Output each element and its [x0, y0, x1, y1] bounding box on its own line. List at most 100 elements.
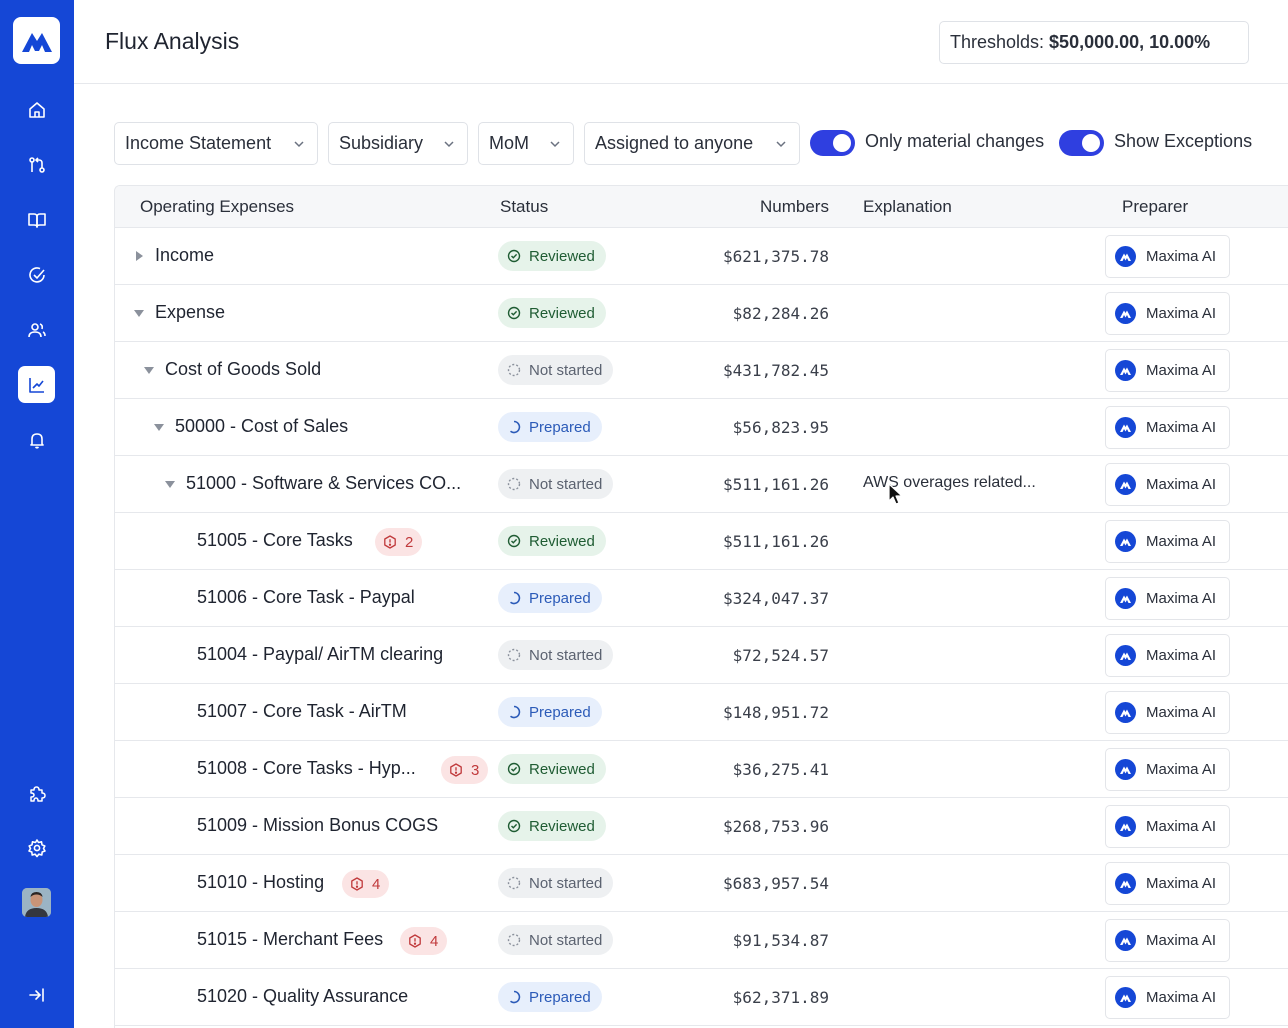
user-avatar[interactable]: [22, 888, 51, 917]
account-name[interactable]: 51004 - Paypal/ AirTM clearing: [197, 644, 443, 665]
status-badge[interactable]: Prepared: [498, 583, 602, 613]
git-compare-icon: [28, 156, 45, 173]
preparer-chip[interactable]: Maxima AI: [1105, 406, 1230, 449]
status-badge[interactable]: Reviewed: [498, 754, 606, 784]
table-row[interactable]: Cost of Goods Sold Not started $431,782.45…: [115, 342, 1288, 399]
account-name[interactable]: 51007 - Core Task - AirTM: [197, 701, 407, 722]
status-badge[interactable]: Not started: [498, 925, 614, 955]
account-name[interactable]: Cost of Goods Sold: [165, 359, 321, 380]
table-row[interactable]: 51015 - Merchant Fees 4 Not started $91,534…: [115, 912, 1288, 969]
preparer-chip[interactable]: Maxima AI: [1105, 805, 1230, 848]
amount-value: $683,957.54: [723, 874, 829, 893]
status-badge[interactable]: Reviewed: [498, 241, 606, 271]
status-badge[interactable]: Reviewed: [498, 526, 606, 556]
preparer-chip[interactable]: Maxima AI: [1105, 862, 1230, 905]
status-badge[interactable]: Prepared: [498, 697, 602, 727]
account-name[interactable]: 50000 - Cost of Sales: [175, 416, 348, 437]
subsidiary-dropdown-value: Subsidiary: [339, 133, 424, 153]
account-name[interactable]: Income: [155, 245, 214, 266]
bell-icon: [29, 432, 44, 449]
thresholds-box[interactable]: Thresholds: $50,000.00, 10.00%: [939, 21, 1249, 64]
table-row[interactable]: Income Reviewed $621,375.78 Maxima AI: [115, 228, 1288, 285]
status-badge[interactable]: Not started: [498, 640, 614, 670]
account-name[interactable]: 51010 - Hosting: [197, 872, 324, 893]
exception-badge[interactable]: 4: [342, 870, 390, 898]
preparer-chip[interactable]: Maxima AI: [1105, 577, 1230, 620]
preparer-avatar: [1115, 930, 1136, 951]
preparer-chip[interactable]: Maxima AI: [1105, 235, 1230, 278]
table-row[interactable]: 51009 - Mission Bonus COGS Reviewed $268,7…: [115, 798, 1288, 855]
app-logo[interactable]: [13, 17, 60, 64]
column-header-operating-expenses[interactable]: Operating Expenses: [140, 197, 294, 217]
preparer-chip[interactable]: Maxima AI: [1105, 748, 1230, 791]
nav-tasks[interactable]: [18, 256, 55, 293]
preparer-chip[interactable]: Maxima AI: [1105, 463, 1230, 506]
preparer-name: Maxima AI: [1146, 761, 1217, 778]
table-row[interactable]: 51010 - Hosting 4 Not started $683,957.54 Ma…: [115, 855, 1288, 912]
assignee-dropdown[interactable]: Assigned to anyone: [584, 122, 800, 165]
preparer-chip[interactable]: Maxima AI: [1105, 520, 1230, 563]
status-badge[interactable]: Prepared: [498, 412, 602, 442]
table-row[interactable]: 51004 - Paypal/ AirTM clearing Not starte…: [115, 627, 1288, 684]
page-title: Flux Analysis: [105, 28, 240, 54]
statement-dropdown[interactable]: Income Statement: [114, 122, 318, 165]
column-header-numbers[interactable]: Numbers: [760, 197, 829, 217]
status-badge[interactable]: Not started: [498, 355, 614, 385]
account-name[interactable]: 51005 - Core Tasks: [197, 530, 353, 551]
column-header-status[interactable]: Status: [500, 197, 548, 217]
account-name[interactable]: 51000 - Software & Services CO...: [186, 473, 461, 494]
nav-docs[interactable]: [18, 201, 55, 238]
preparer-chip[interactable]: Maxima AI: [1105, 976, 1230, 1019]
table-row[interactable]: 51000 - Software & Services CO... Not sta…: [115, 456, 1288, 513]
table-row[interactable]: 51005 - Core Tasks 2 Reviewed $511,161.26 Ma…: [115, 513, 1288, 570]
account-name[interactable]: 51015 - Merchant Fees: [197, 929, 383, 950]
caret-down-icon[interactable]: [133, 307, 145, 319]
account-name[interactable]: 51006 - Core Task - Paypal: [197, 587, 415, 608]
caret-down-icon[interactable]: [143, 364, 155, 376]
preparer-chip[interactable]: Maxima AI: [1105, 349, 1230, 392]
preparer-chip[interactable]: Maxima AI: [1105, 634, 1230, 677]
nav-settings[interactable]: [18, 829, 55, 866]
table-row[interactable]: 51006 - Core Task - Paypal Prepared $324,0…: [115, 570, 1288, 627]
exception-badge[interactable]: 3: [441, 756, 489, 784]
table-row[interactable]: Expense Reviewed $82,284.26 Maxima AI: [115, 285, 1288, 342]
status-label: Prepared: [529, 589, 591, 607]
nav-integrations[interactable]: [18, 775, 55, 812]
material-changes-toggle[interactable]: [810, 130, 855, 156]
preparer-chip[interactable]: Maxima AI: [1105, 919, 1230, 962]
caret-right-icon[interactable]: [133, 250, 145, 262]
account-name[interactable]: Expense: [155, 302, 225, 323]
nav-flux-analysis[interactable]: [18, 366, 55, 403]
column-header-explanation[interactable]: Explanation: [863, 197, 952, 217]
column-header-preparer[interactable]: Preparer: [1122, 197, 1188, 217]
status-badge[interactable]: Not started: [498, 469, 614, 499]
show-exceptions-toggle[interactable]: [1059, 130, 1104, 156]
table-row[interactable]: 51020 - Quality Assurance Prepared $62,371…: [115, 969, 1288, 1026]
account-name[interactable]: 51008 - Core Tasks - Hyp...: [197, 758, 416, 779]
status-badge[interactable]: Prepared: [498, 982, 602, 1012]
table-row[interactable]: 51008 - Core Tasks - Hyp... 3 Reviewed $36,…: [115, 741, 1288, 798]
caret-down-icon[interactable]: [153, 421, 165, 433]
account-name[interactable]: 51009 - Mission Bonus COGS: [197, 815, 438, 836]
preparer-chip[interactable]: Maxima AI: [1105, 292, 1230, 335]
exception-badge[interactable]: 4: [400, 927, 448, 955]
period-dropdown[interactable]: MoM: [478, 122, 574, 165]
collapse-sidebar-button[interactable]: [18, 976, 55, 1013]
exception-badge[interactable]: 2: [375, 528, 423, 556]
account-name[interactable]: 51020 - Quality Assurance: [197, 986, 408, 1007]
table-row[interactable]: 51007 - Core Task - AirTM Prepared $148,95…: [115, 684, 1288, 741]
caret-down-icon[interactable]: [164, 478, 176, 490]
table-row[interactable]: 50000 - Cost of Sales Prepared $56,823.95 M…: [115, 399, 1288, 456]
preparer-name: Maxima AI: [1146, 248, 1217, 265]
status-badge[interactable]: Reviewed: [498, 298, 606, 328]
preparer-chip[interactable]: Maxima AI: [1105, 691, 1230, 734]
status-badge[interactable]: Not started: [498, 868, 614, 898]
nav-users[interactable]: [18, 311, 55, 348]
nav-reconciliation[interactable]: [18, 146, 55, 183]
nav-home[interactable]: [18, 91, 55, 128]
subsidiary-dropdown[interactable]: Subsidiary: [328, 122, 468, 165]
period-dropdown-value: MoM: [489, 133, 529, 153]
status-badge[interactable]: Reviewed: [498, 811, 606, 841]
dashed-circle-icon: [507, 477, 521, 491]
nav-notifications[interactable]: [18, 421, 55, 458]
